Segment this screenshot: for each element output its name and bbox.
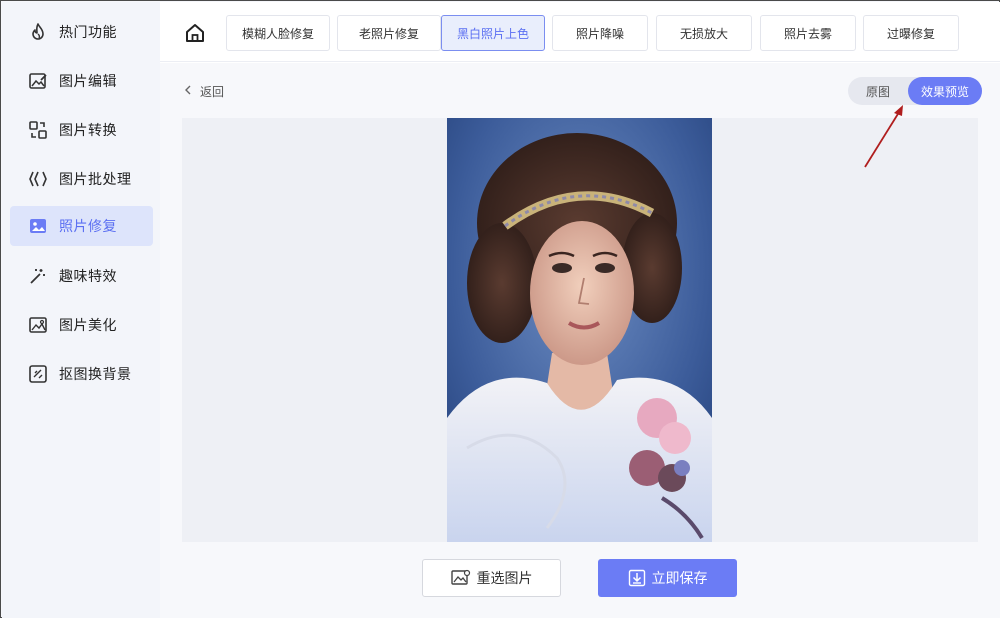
function-tab-bar: 模糊人脸修复 老照片修复 黑白照片上色 照片降噪 无损放大 照片去雾 过曝修复 [160, 2, 1000, 62]
sidebar-item-label: 热门功能 [59, 25, 117, 41]
tab-bw-colorize[interactable]: 黑白照片上色 [441, 15, 545, 51]
sidebar-item-label: 图片美化 [59, 318, 117, 334]
reselect-label: 重选图片 [476, 571, 533, 587]
app-window: 热门功能 图片编辑 图片转换 图片批处理 照片修复 趣味特效 图片美化 抠图换背… [0, 0, 1000, 618]
sidebar-item-cutout[interactable]: 抠图换背景 [10, 354, 153, 394]
photo-repair-icon [27, 215, 49, 237]
sidebar-item-beautify[interactable]: 图片美化 [10, 305, 153, 345]
sidebar-item-label: 照片修复 [59, 219, 117, 235]
cutout-icon [27, 363, 49, 385]
sidebar-item-hot-features[interactable]: 热门功能 [10, 12, 153, 52]
tab-blur-face-repair[interactable]: 模糊人脸修复 [226, 15, 330, 51]
convert-icon [27, 119, 49, 141]
save-now-button[interactable]: 立即保存 [598, 559, 737, 597]
flame-icon [27, 21, 49, 43]
tab-overexposure-repair[interactable]: 过曝修复 [863, 15, 959, 51]
sidebar-item-fun-effects[interactable]: 趣味特效 [10, 256, 153, 296]
sidebar-item-batch[interactable]: 图片批处理 [10, 159, 153, 199]
sidebar: 热门功能 图片编辑 图片转换 图片批处理 照片修复 趣味特效 图片美化 抠图换背… [2, 2, 160, 618]
tab-denoise[interactable]: 照片降噪 [552, 15, 648, 51]
toggle-effect-preview[interactable]: 效果预览 [908, 77, 982, 105]
image-edit-icon [27, 70, 49, 92]
preview-canvas [182, 118, 978, 542]
sidebar-item-photo-repair[interactable]: 照片修复 [10, 206, 153, 246]
chevron-left-icon [184, 84, 192, 98]
sidebar-item-label: 图片编辑 [59, 74, 117, 90]
home-icon[interactable] [182, 20, 208, 46]
back-button[interactable]: 返回 [184, 81, 224, 101]
view-toggle: 原图 效果预览 [848, 77, 982, 105]
back-label: 返回 [200, 84, 225, 99]
tab-dehaze[interactable]: 照片去雾 [760, 15, 856, 51]
toggle-original[interactable]: 原图 [848, 77, 908, 105]
image-select-icon [450, 569, 471, 587]
tab-old-photo-repair[interactable]: 老照片修复 [337, 15, 441, 51]
save-label: 立即保存 [651, 571, 708, 587]
sidebar-item-label: 图片转换 [59, 123, 117, 139]
content-area: 返回 原图 效果预览 重选图片 立即保存 [160, 63, 1000, 618]
magic-wand-icon [27, 265, 49, 287]
colorized-photo [447, 118, 712, 542]
download-icon [628, 569, 646, 587]
sidebar-item-label: 图片批处理 [59, 172, 132, 188]
sidebar-item-image-edit[interactable]: 图片编辑 [10, 61, 153, 101]
sidebar-item-label: 趣味特效 [59, 269, 117, 285]
batch-icon [27, 168, 49, 190]
sidebar-item-label: 抠图换背景 [59, 367, 132, 383]
beautify-icon [27, 314, 49, 336]
tab-lossless-upscale[interactable]: 无损放大 [656, 15, 752, 51]
reselect-image-button[interactable]: 重选图片 [422, 559, 561, 597]
sidebar-item-image-convert[interactable]: 图片转换 [10, 110, 153, 150]
main-panel: 模糊人脸修复 老照片修复 黑白照片上色 照片降噪 无损放大 照片去雾 过曝修复 … [160, 2, 1000, 618]
